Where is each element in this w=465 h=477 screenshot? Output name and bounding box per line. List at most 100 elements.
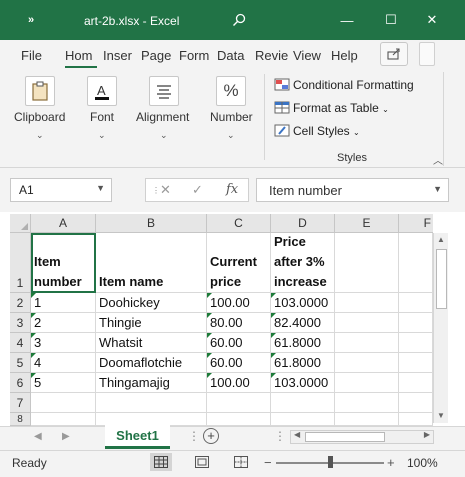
cell-e1[interactable] [335, 233, 399, 293]
row-header-6[interactable]: 6 [10, 373, 31, 393]
cell-d8[interactable] [271, 413, 335, 426]
cell-f8[interactable] [399, 413, 433, 426]
alignment-button[interactable] [149, 76, 179, 106]
cell-f7[interactable] [399, 393, 433, 413]
scroll-down-icon[interactable]: ▼ [437, 411, 445, 420]
column-header-a[interactable]: A [31, 214, 96, 233]
cell-b4[interactable]: Whatsit [96, 333, 207, 353]
zoom-in-icon[interactable]: + [387, 455, 395, 470]
column-header-e[interactable]: E [335, 214, 399, 233]
cell-f4[interactable] [399, 333, 433, 353]
cell-d6[interactable]: 103.0000 [271, 373, 335, 393]
next-sheet-icon[interactable]: ▶ [62, 431, 70, 442]
tab-data[interactable]: Data [217, 48, 244, 63]
row-header-1[interactable]: 1 [10, 233, 31, 293]
cell-a7[interactable] [31, 393, 96, 413]
tab-formulas[interactable]: Form [179, 48, 209, 63]
row-header-5[interactable]: 5 [10, 353, 31, 373]
collapse-ribbon-icon[interactable]: ︿ [433, 152, 443, 167]
cell-e7[interactable] [335, 393, 399, 413]
tab-view[interactable]: View [293, 48, 321, 63]
row-header-8[interactable]: 8 [10, 413, 31, 426]
cell-a8[interactable] [31, 413, 96, 426]
cell-b2[interactable]: Doohickey [96, 293, 207, 313]
cell-styles-button[interactable]: Cell Styles ⌄ [274, 124, 360, 138]
share-button[interactable] [380, 42, 408, 66]
number-format-button[interactable]: % [216, 76, 246, 106]
insert-function-icon[interactable]: fx [226, 182, 238, 197]
add-sheet-icon[interactable]: + [203, 428, 219, 444]
scroll-left-icon[interactable]: ◀ [294, 430, 300, 439]
minimize-icon[interactable]: — [337, 10, 357, 30]
format-as-table-button[interactable]: Format as Table ⌄ [274, 101, 389, 115]
row-header-3[interactable]: 3 [10, 313, 31, 333]
tab-file[interactable]: File [21, 48, 42, 63]
ribbon-scrollbar[interactable] [443, 72, 457, 166]
cell-d5[interactable]: 61.8000 [271, 353, 335, 373]
cell-b3[interactable]: Thingie [96, 313, 207, 333]
cell-a1[interactable]: Item number [31, 233, 96, 293]
tab-help[interactable]: Help [331, 48, 358, 63]
horizontal-scroll-thumb[interactable] [305, 432, 385, 442]
cell-e4[interactable] [335, 333, 399, 353]
cell-e5[interactable] [335, 353, 399, 373]
cell-b1[interactable]: Item name [96, 233, 207, 293]
column-header-b[interactable]: B [96, 214, 207, 233]
sheet-tabs-more-icon[interactable]: ⋮ [188, 429, 200, 443]
alignment-chevron-icon[interactable]: ⌄ [160, 130, 168, 141]
cell-e2[interactable] [335, 293, 399, 313]
zoom-out-icon[interactable]: − [264, 455, 272, 470]
cell-d1[interactable]: Price after 3% increase [271, 233, 335, 293]
cell-f5[interactable] [399, 353, 433, 373]
cell-f2[interactable] [399, 293, 433, 313]
cell-a3[interactable]: 2 [31, 313, 96, 333]
expand-formula-bar-icon[interactable]: ▼ [433, 184, 442, 194]
name-box[interactable]: A1 ▼ [10, 178, 112, 202]
quick-access-toolbar[interactable]: » [28, 14, 34, 26]
tab-insert[interactable]: Inser [103, 48, 132, 63]
cell-c8[interactable] [207, 413, 271, 426]
page-break-view-button[interactable] [230, 453, 252, 471]
cell-d7[interactable] [271, 393, 335, 413]
menu-scroll-button[interactable] [419, 42, 435, 66]
confirm-entry-icon[interactable]: ✓ [192, 182, 203, 198]
row-header-2[interactable]: 2 [10, 293, 31, 313]
cell-c4[interactable]: 60.00 [207, 333, 271, 353]
scroll-up-icon[interactable]: ▲ [437, 235, 445, 244]
cell-c5[interactable]: 60.00 [207, 353, 271, 373]
splitter-icon[interactable]: ⋮ [274, 429, 286, 443]
cell-d3[interactable]: 82.4000 [271, 313, 335, 333]
cancel-entry-icon[interactable]: ✕ [160, 182, 171, 198]
zoom-slider-thumb[interactable] [328, 456, 333, 468]
tab-home[interactable]: Hom [65, 48, 92, 63]
font-button[interactable]: A [87, 76, 117, 106]
cell-c7[interactable] [207, 393, 271, 413]
tab-review[interactable]: Revie [255, 48, 288, 63]
cell-b6[interactable]: Thingamajig [96, 373, 207, 393]
column-header-f[interactable]: F [399, 214, 433, 233]
cell-f6[interactable] [399, 373, 433, 393]
vertical-scrollbar[interactable]: ▲ ▼ [433, 233, 448, 423]
column-header-c[interactable]: C [207, 214, 271, 233]
horizontal-scrollbar[interactable]: ◀ ▶ [290, 430, 434, 444]
number-chevron-icon[interactable]: ⌄ [227, 130, 235, 141]
cell-e8[interactable] [335, 413, 399, 426]
tab-page-layout[interactable]: Page [141, 48, 171, 63]
search-icon[interactable] [229, 10, 249, 30]
maximize-icon[interactable]: ☐ [381, 10, 401, 30]
close-icon[interactable]: ✕ [422, 10, 442, 30]
page-layout-view-button[interactable] [191, 453, 213, 471]
conditional-formatting-button[interactable]: Conditional Formatting [274, 78, 414, 92]
cell-a2[interactable]: 1 [31, 293, 96, 313]
cell-d2[interactable]: 103.0000 [271, 293, 335, 313]
column-header-d[interactable]: D [271, 214, 335, 233]
font-chevron-icon[interactable]: ⌄ [98, 130, 106, 141]
row-header-7[interactable]: 7 [10, 393, 31, 413]
vertical-scroll-thumb[interactable] [436, 249, 447, 309]
cell-a4[interactable]: 3 [31, 333, 96, 353]
cell-f1[interactable] [399, 233, 433, 293]
formula-input[interactable]: Item number ▼ [256, 178, 449, 202]
cell-e6[interactable] [335, 373, 399, 393]
row-header-4[interactable]: 4 [10, 333, 31, 353]
cell-f3[interactable] [399, 313, 433, 333]
